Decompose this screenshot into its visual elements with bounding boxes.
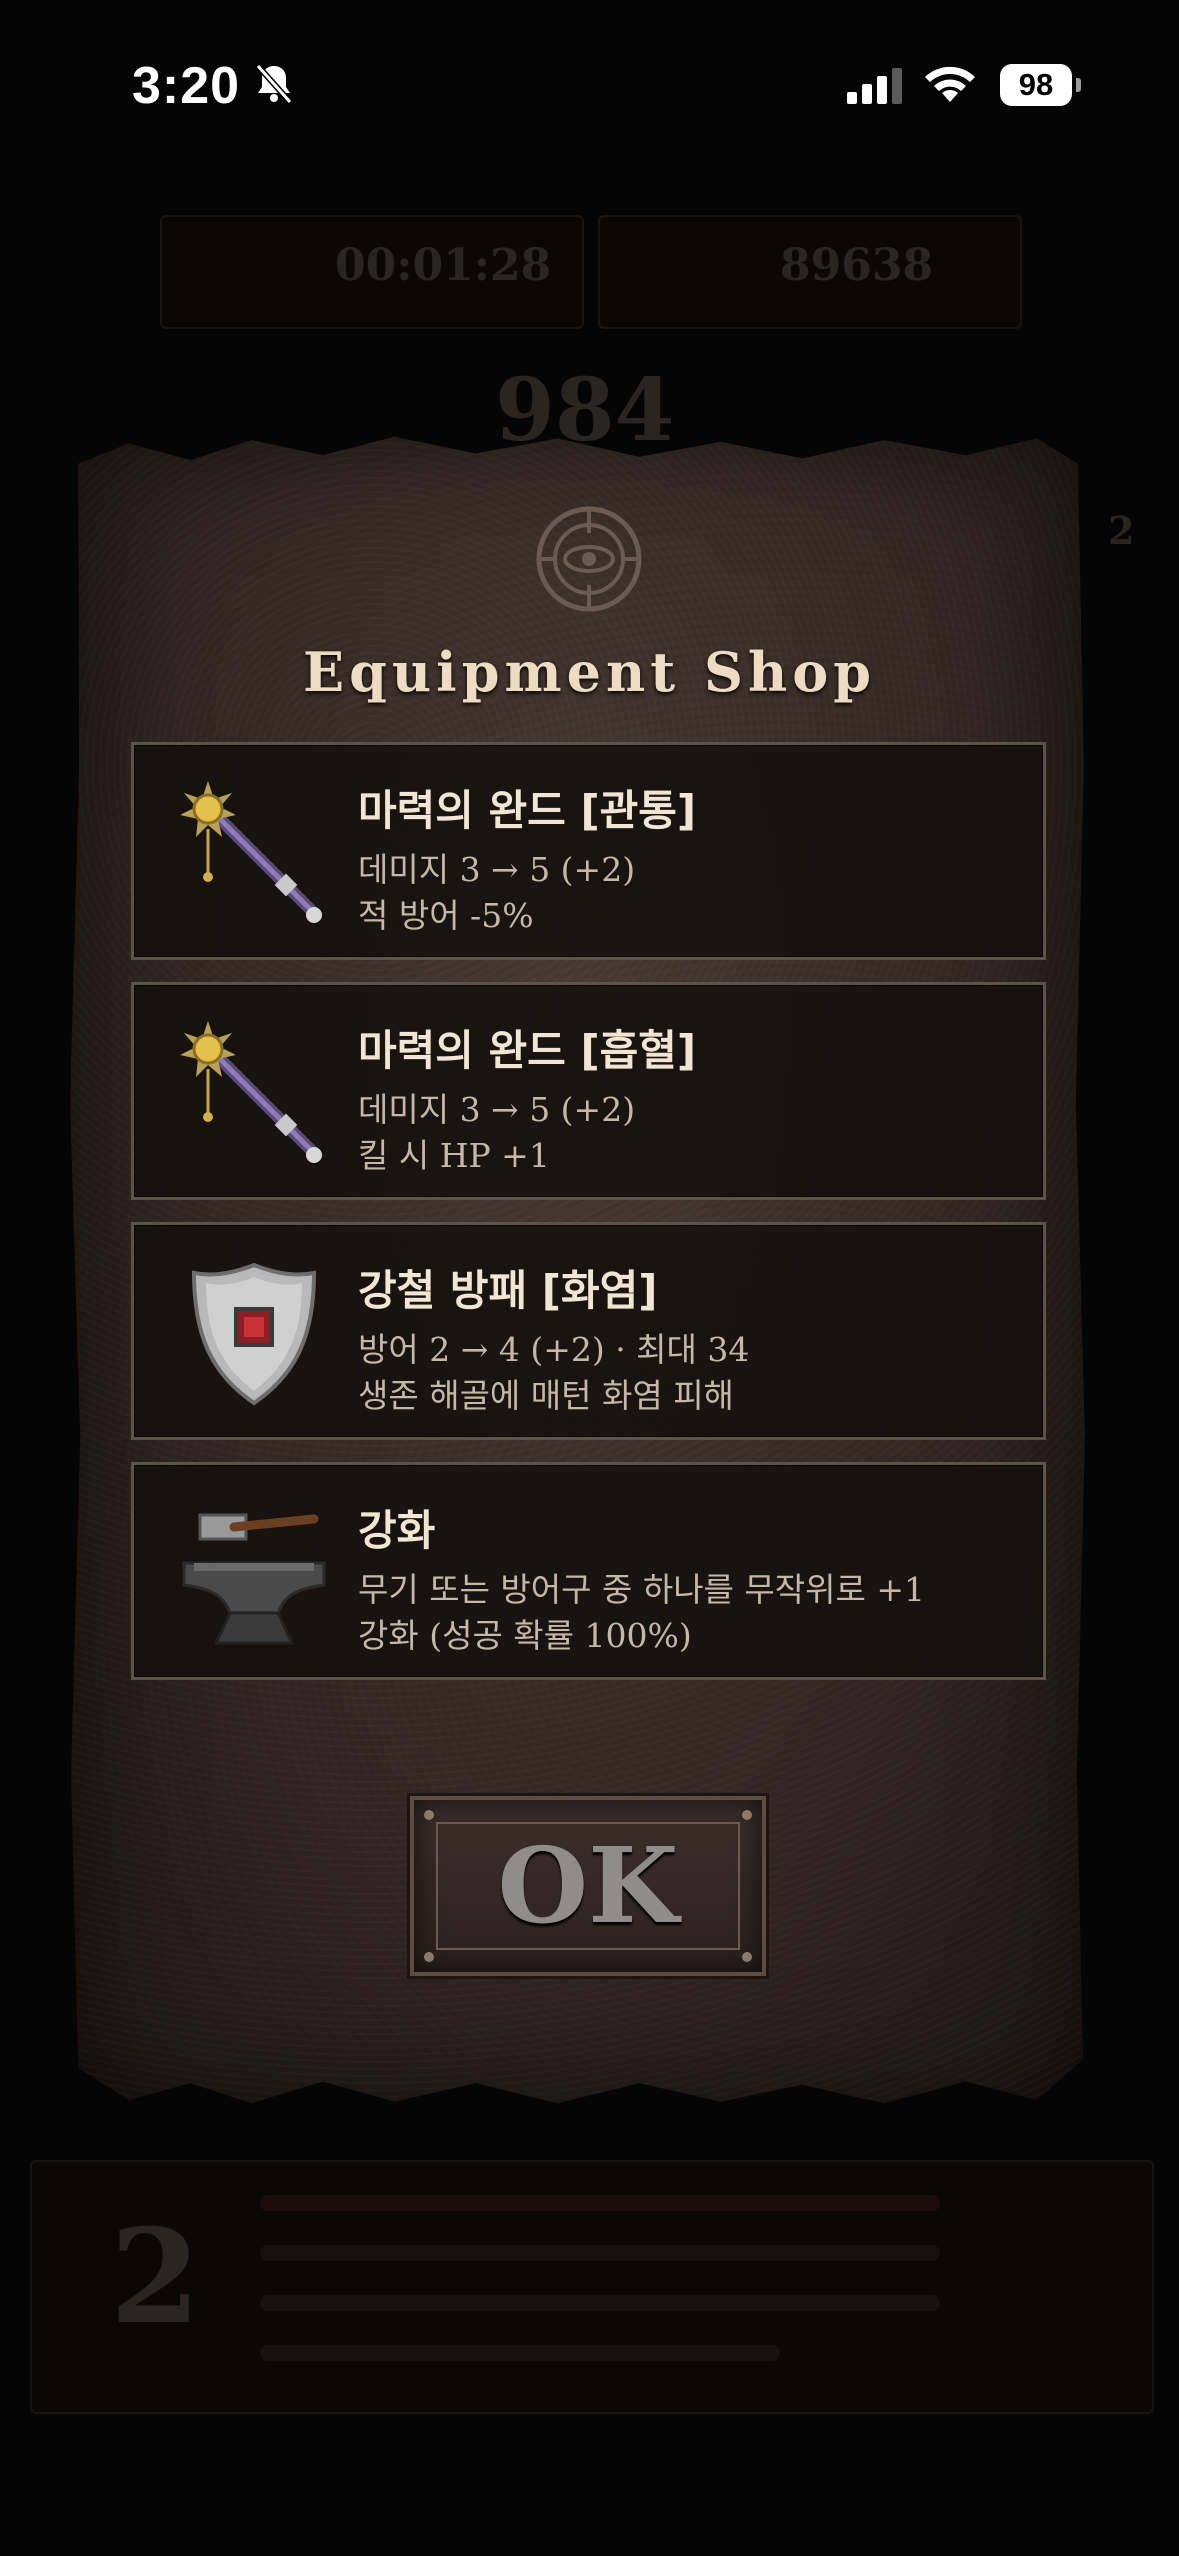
anvil-hammer-icon bbox=[182, 1513, 326, 1645]
item-effect: 킬 시 HP +1 bbox=[358, 1136, 550, 1175]
shop-title: Equipment Shop bbox=[303, 640, 876, 704]
item-name: 강철 방패 [화염] bbox=[358, 1266, 658, 1315]
steel-shield-icon bbox=[191, 1262, 317, 1406]
battery-tip bbox=[1076, 78, 1081, 92]
bg-side-value: 2 bbox=[1108, 508, 1135, 553]
battery-indicator: 98 bbox=[1000, 64, 1081, 106]
bg-level-glyph: 2 bbox=[110, 2200, 201, 2353]
item-effect: 적 방어 -5% bbox=[358, 896, 534, 935]
item-effect: 생존 해골에 매턴 화염 피해 bbox=[358, 1376, 734, 1415]
item-stat: 방어 2 → 4 (+2) · 최대 34 bbox=[358, 1330, 750, 1369]
item-stat: 데미지 3 → 5 (+2) bbox=[358, 850, 636, 889]
bg-stat-bar bbox=[260, 2295, 940, 2311]
bg-timer-text: 00:01:28 bbox=[335, 240, 552, 291]
status-time: 3:20 bbox=[132, 57, 241, 115]
item-name: 마력의 완드 [관통] bbox=[358, 786, 697, 835]
shop-item-steel-shield-fire[interactable]: 강철 방패 [화염] 방어 2 → 4 (+2) · 최대 34 생존 해골에 … bbox=[131, 1222, 1046, 1440]
item-name: 마력의 완드 [흡혈] bbox=[358, 1026, 697, 1075]
bg-hp-bar bbox=[260, 2195, 940, 2211]
status-bar: 3:20 98 bbox=[0, 0, 1179, 170]
crosshair-emblem-icon bbox=[536, 506, 642, 612]
bg-stat-bar bbox=[260, 2345, 780, 2361]
shop-item-wand-lifesteal[interactable]: 마력의 완드 [흡혈] 데미지 3 → 5 (+2) 킬 시 HP +1 bbox=[131, 982, 1046, 1200]
shop-item-upgrade[interactable]: 강화 무기 또는 방어구 중 하나를 무작위로 +1 강화 (성공 확률 100… bbox=[131, 1462, 1046, 1680]
shop-item-wand-pierce[interactable]: 마력의 완드 [관통] 데미지 3 → 5 (+2) 적 방어 -5% bbox=[131, 742, 1046, 960]
bell-muted-icon bbox=[255, 64, 293, 104]
item-stat: 무기 또는 방어구 중 하나를 무작위로 +1 bbox=[358, 1570, 925, 1609]
item-name: 강화 bbox=[358, 1506, 436, 1555]
ok-button[interactable]: OK bbox=[410, 1796, 766, 1976]
bg-score-text: 89638 bbox=[780, 240, 934, 291]
wifi-icon bbox=[925, 66, 975, 102]
cellular-signal-icon bbox=[847, 68, 902, 104]
battery-level: 98 bbox=[1000, 64, 1072, 106]
magic-wand-icon bbox=[180, 1021, 322, 1163]
ok-button-label: OK bbox=[497, 1824, 679, 1947]
bg-stat-bar bbox=[260, 2245, 940, 2261]
magic-wand-icon bbox=[180, 781, 322, 923]
item-effect: 강화 (성공 확률 100%) bbox=[358, 1616, 692, 1655]
item-stat: 데미지 3 → 5 (+2) bbox=[358, 1090, 636, 1129]
